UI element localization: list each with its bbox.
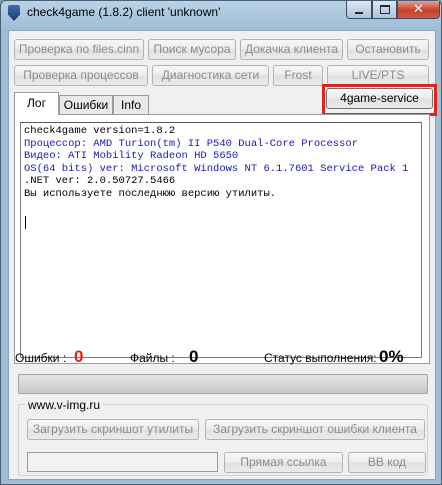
errors-count: 0	[74, 347, 84, 366]
minimize-button[interactable]	[346, 1, 372, 19]
direct-link-button[interactable]: Прямая ссылка	[224, 452, 343, 473]
files-label: Файлы :	[130, 351, 175, 365]
log-textbox[interactable]: check4game version=1.8.2 Процессор: AMD …	[20, 122, 422, 358]
app-shield-icon	[8, 5, 20, 21]
errors-label: Ошибки :	[15, 351, 67, 365]
network-diagnostics-button[interactable]: Диагностика сети	[152, 65, 269, 86]
log-line: Вы используете последнюю версию утилиты.	[24, 187, 277, 200]
tab-panel: check4game version=1.8.2 Процессор: AMD …	[14, 114, 430, 364]
4game-service-button[interactable]: 4game-service	[326, 88, 433, 109]
status-percent: 0%	[379, 347, 404, 366]
tab-info[interactable]: Info	[113, 95, 149, 114]
check-files-button[interactable]: Проверка по files.cinn	[14, 39, 144, 60]
find-garbage-button[interactable]: Поиск мусора	[148, 39, 236, 60]
upload-screenshot-button[interactable]: Загрузить скриншот утилиты	[27, 419, 199, 440]
minimize-icon	[355, 11, 363, 14]
upload-group-label: www.v-img.ru	[25, 398, 104, 412]
files-count: 0	[189, 347, 199, 366]
tab-errors[interactable]: Ошибки	[59, 95, 113, 114]
download-client-button[interactable]: Докачка клиента	[240, 39, 343, 60]
close-button[interactable]: ✕	[397, 1, 440, 19]
log-line: Процессор: AMD Turion(tm) II P540 Dual-C…	[24, 137, 358, 150]
client-area: Проверка по files.cinn Поиск мусора Дока…	[8, 30, 437, 480]
progress-bar	[18, 374, 428, 394]
log-line: check4game version=1.8.2	[24, 125, 176, 137]
tab-log[interactable]: Лог	[14, 92, 59, 115]
app-window: check4game (1.8.2) client 'unknown' ✕ Пр…	[0, 0, 442, 485]
bb-code-button[interactable]: BB код	[348, 452, 426, 473]
close-icon: ✕	[413, 2, 424, 17]
title-bar[interactable]: check4game (1.8.2) client 'unknown' ✕	[1, 1, 441, 25]
frost-button[interactable]: Frost	[273, 65, 323, 86]
live-pts-button[interactable]: LIVE/PTS	[327, 65, 429, 86]
status-label: Статус выполнения:	[264, 351, 377, 365]
window-title: check4game (1.8.2) client 'unknown'	[27, 5, 221, 19]
text-caret	[25, 216, 26, 229]
stop-button[interactable]: Остановить	[347, 39, 429, 60]
maximize-button[interactable]	[372, 1, 397, 19]
check-processes-button[interactable]: Проверка процессов	[14, 65, 148, 86]
log-line: .NET ver: 2.0.50727.5466	[24, 175, 176, 187]
log-line: Видео: ATI Mobility Radeon HD 5650	[24, 150, 239, 162]
link-field[interactable]	[27, 452, 218, 472]
log-line: OS(64 bits) ver: Microsoft Windows NT 6.…	[24, 162, 409, 175]
upload-error-screenshot-button[interactable]: Загрузить скриншот ошибки клиента	[205, 419, 425, 440]
maximize-icon	[379, 5, 390, 14]
